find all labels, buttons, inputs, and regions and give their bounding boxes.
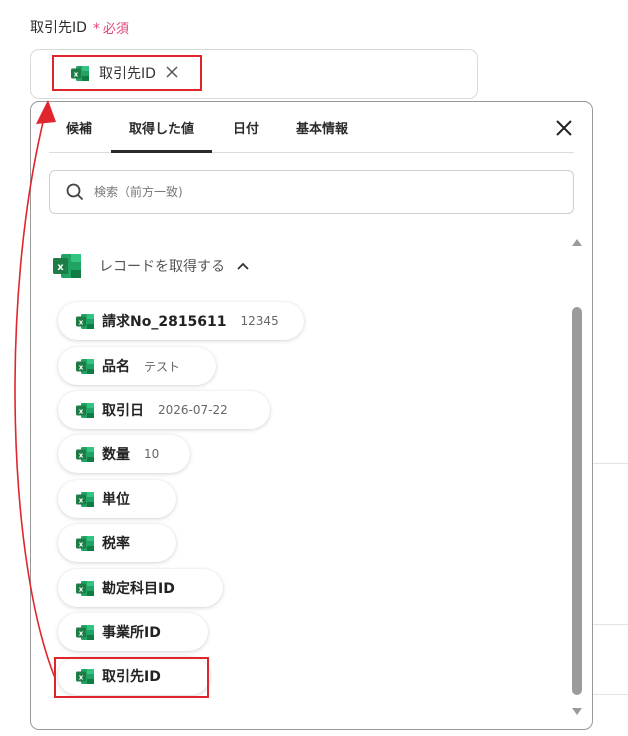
chip-name: 数量: [102, 447, 130, 463]
excel-icon: x: [76, 535, 94, 551]
field-label-text: 取引先ID: [30, 20, 87, 36]
value-chip[interactable]: x 取引日 2026-07-22: [58, 391, 270, 429]
excel-icon: x: [76, 668, 94, 684]
svg-text:x: x: [79, 363, 84, 371]
chip-value: 10: [144, 447, 160, 461]
close-panel-icon[interactable]: [554, 118, 574, 138]
selected-tag-label: 取引先ID: [99, 66, 156, 82]
excel-icon: x: [76, 358, 94, 374]
value-chip[interactable]: x 数量 10: [58, 435, 190, 473]
chip-name: 品名: [102, 359, 130, 375]
tab-basic-info[interactable]: 基本情報: [296, 102, 348, 152]
background-divider: [593, 463, 628, 464]
tab-label: 候補: [66, 121, 93, 137]
svg-text:x: x: [79, 585, 84, 593]
background-divider: [593, 694, 628, 695]
chip-name: 事業所ID: [102, 625, 161, 641]
background-divider: [593, 624, 628, 625]
chip-value: 12345: [240, 314, 279, 328]
svg-text:x: x: [79, 673, 84, 681]
chip-name: 取引先ID: [102, 669, 161, 685]
svg-text:x: x: [79, 540, 84, 548]
tab-bar: 候補 取得した値 日付 基本情報: [49, 102, 574, 153]
chip-name: 取引日: [102, 403, 144, 419]
search-icon: [66, 183, 84, 201]
value-chip[interactable]: x 取引先ID: [58, 657, 210, 695]
value-chip[interactable]: x 品名 テスト: [58, 347, 216, 385]
scrollbar-thumb[interactable]: [572, 307, 582, 695]
svg-text:x: x: [79, 629, 84, 637]
value-chip[interactable]: x 請求No_2815611 12345: [58, 302, 304, 340]
section-get-record[interactable]: x レコードを取得する: [53, 252, 249, 280]
excel-icon: x: [76, 313, 94, 329]
value-picker-panel: 候補 取得した値 日付 基本情報 x レコードを取得する x 請求No_2815…: [30, 101, 593, 730]
chip-name: 勘定科目ID: [102, 581, 175, 597]
value-chip[interactable]: x 単位: [58, 480, 176, 518]
tab-label: 取得した値: [129, 121, 195, 137]
field-label: 取引先ID * 必須: [30, 15, 129, 39]
chip-name: 単位: [102, 492, 130, 508]
selected-value-tag[interactable]: x 取引先ID: [52, 55, 202, 91]
tab-candidates[interactable]: 候補: [66, 102, 92, 152]
section-title: レコードを取得する: [99, 259, 225, 275]
tab-retrieved-values[interactable]: 取得した値: [110, 102, 213, 153]
svg-text:x: x: [74, 70, 79, 78]
excel-icon: x: [76, 446, 94, 462]
search-box[interactable]: [49, 170, 574, 214]
excel-icon: x: [76, 580, 94, 596]
chip-name: 税率: [102, 536, 130, 552]
chip-name: 請求No_2815611: [102, 314, 227, 330]
value-chip[interactable]: x 税率: [58, 524, 176, 562]
tab-label: 日付: [233, 121, 260, 137]
tab-label: 基本情報: [296, 121, 349, 137]
value-chip[interactable]: x 勘定科目ID: [58, 569, 223, 607]
list-scrollbar[interactable]: [570, 237, 584, 717]
tab-date[interactable]: 日付: [233, 102, 259, 152]
search-input[interactable]: [92, 184, 536, 200]
scroll-up-icon[interactable]: [571, 237, 583, 247]
svg-text:x: x: [79, 318, 84, 326]
scroll-down-icon[interactable]: [571, 707, 583, 717]
svg-text:x: x: [79, 407, 84, 415]
excel-icon: x: [76, 491, 94, 507]
svg-text:x: x: [79, 496, 84, 504]
required-star: *: [92, 20, 100, 37]
svg-text:x: x: [79, 451, 84, 459]
excel-icon: x: [71, 65, 89, 81]
chevron-up-icon: [237, 262, 249, 270]
svg-text:x: x: [57, 262, 64, 273]
required-badge: * 必須: [93, 18, 129, 37]
excel-icon: x: [76, 402, 94, 418]
required-text: 必須: [102, 21, 129, 37]
excel-icon: x: [53, 254, 81, 278]
chip-value: テスト: [144, 359, 181, 374]
value-chip[interactable]: x 事業所ID: [58, 613, 208, 651]
excel-icon: x: [76, 624, 94, 640]
remove-tag-close-icon[interactable]: [166, 65, 178, 81]
chip-value: 2026-07-22: [158, 403, 228, 417]
